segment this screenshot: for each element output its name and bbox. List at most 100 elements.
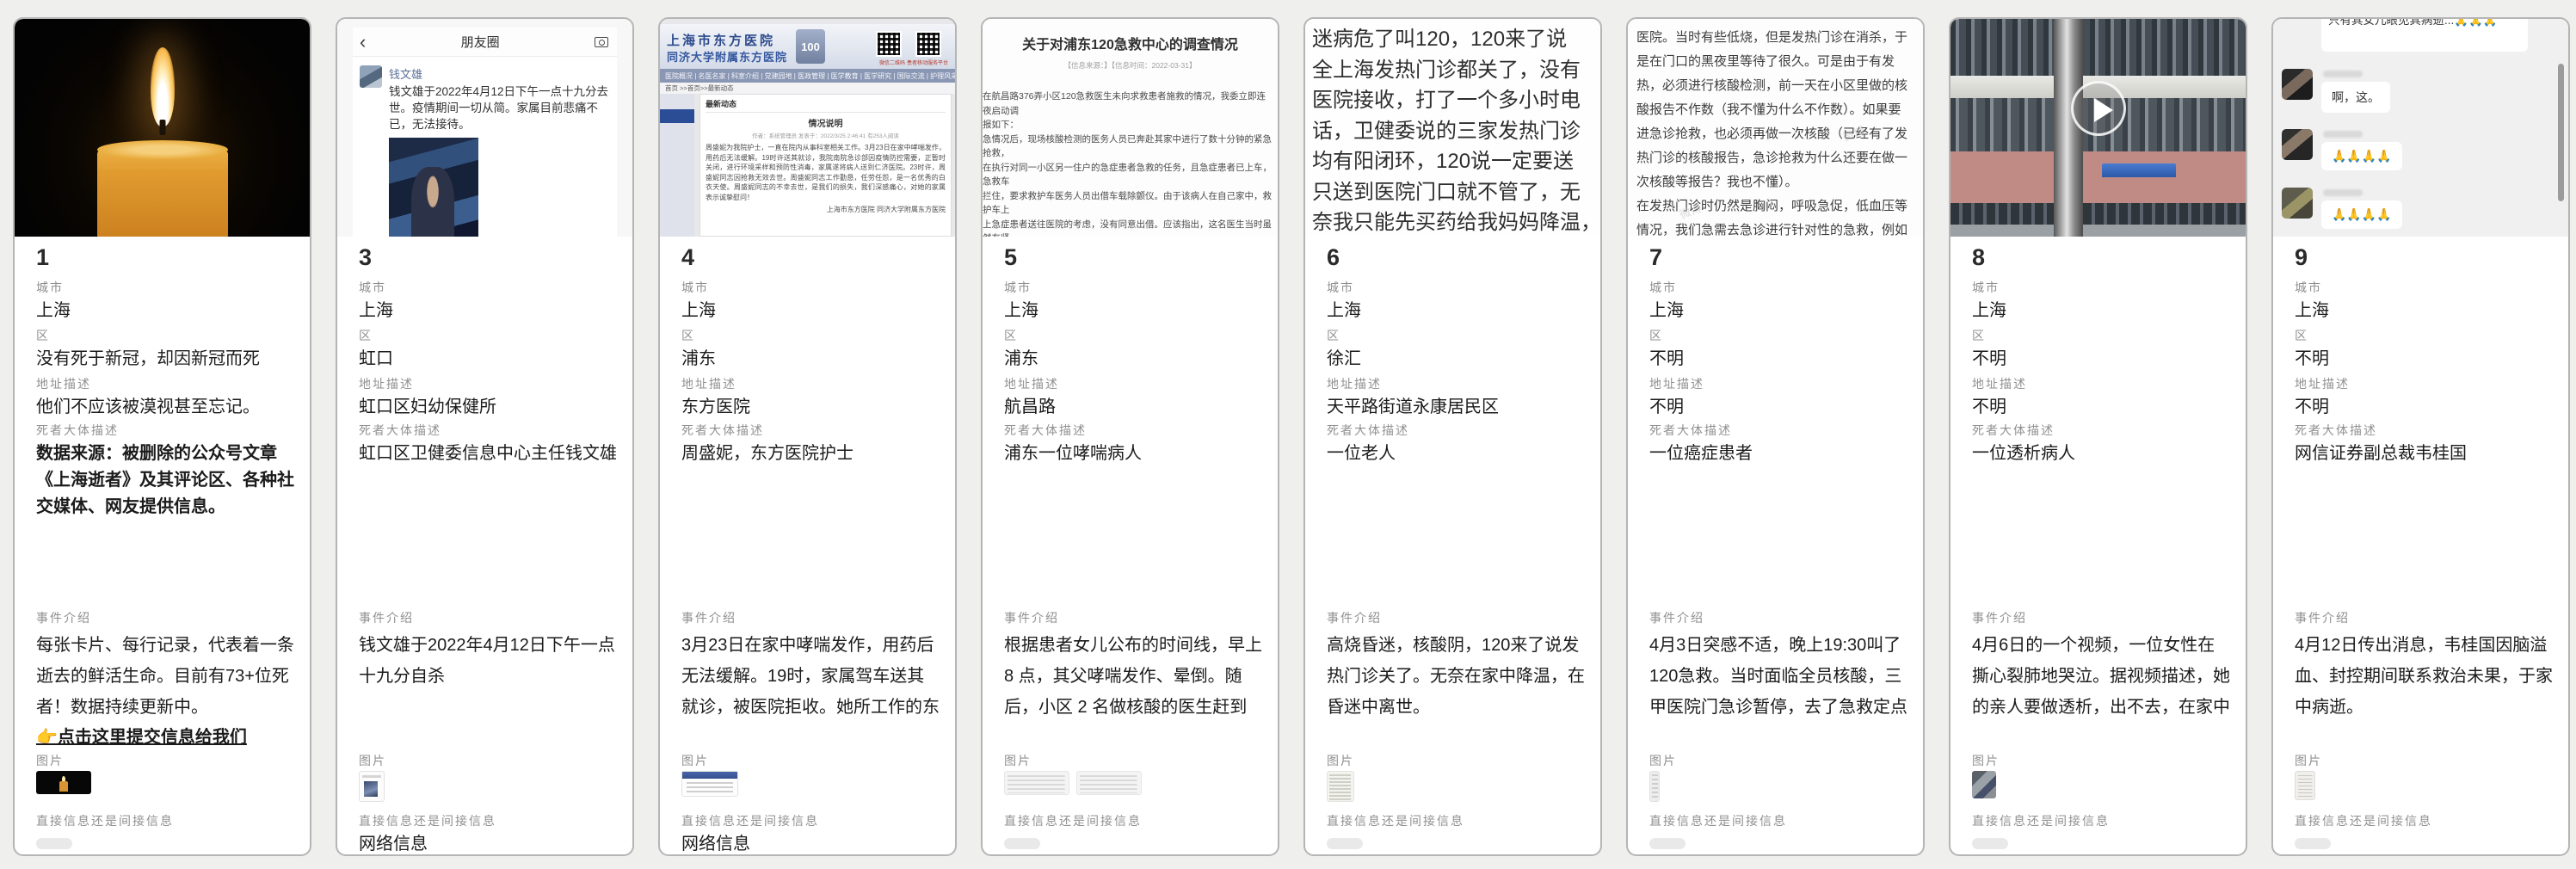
- post-text: 钱文雄于2022年4月12日下午一点十九分去世。疫情期间一切从简。家属目前悲痛不…: [389, 83, 610, 133]
- record-card[interactable]: 迷病危了叫120，120来了说全上海发热门诊都关了，没有医院接收，打了一个多小时…: [1303, 17, 1602, 856]
- field-label-deceased: 死者大体描述: [2295, 422, 2377, 439]
- text-line: 热，必须进行核酸检测，前一天在小区里做的核: [1636, 74, 1916, 98]
- avatar: [2282, 188, 2313, 219]
- record-card[interactable]: 上海市东方医院同济大学附属东方医院100微信二维码患者移动服务平台医院概况 | …: [658, 17, 957, 856]
- qr-code: [876, 31, 902, 57]
- chat-message-row: 🙏🙏🙏🙏: [2282, 188, 2402, 229]
- hospital-name: 上海市东方医院: [667, 31, 775, 49]
- text-line: 次核酸等报告？我也不懂）。: [1636, 170, 1916, 194]
- field-label-image: 图片: [2295, 752, 2322, 769]
- statement-line: 拦住，要求救护车医务人员出借车载除颤仪。由于该病人在自己家中，救护车上: [983, 189, 1274, 218]
- article-title: 情况说明: [706, 116, 946, 129]
- field-label-address: 地址描述: [681, 375, 736, 392]
- record-card[interactable]: 只有其女儿眼见其病逝...🙏🙏🙏啊，这。🙏🙏🙏🙏🙏🙏🙏🙏 9 城市 上海 区 不…: [2271, 17, 2570, 856]
- text-line: 全上海发热门诊都关了，没有: [1312, 55, 1593, 86]
- field-value-deceased: 一位癌症患者: [1649, 441, 1907, 467]
- field-label-address: 地址描述: [359, 375, 414, 392]
- field-label-city: 城市: [2295, 279, 2322, 296]
- image-thumbnail: [36, 771, 91, 794]
- field-label-address: 地址描述: [1972, 375, 2027, 392]
- field-value-city: 上海: [2295, 298, 2553, 324]
- wechat-moments-screenshot: ‹朋友圈钱文雄钱文雄于2022年4月12日下午一点十九分去世。疫情期间一切从简。…: [337, 19, 632, 237]
- record-card[interactable]: 1 城市 上海 区 没有死于新冠，却因新冠而死 地址描述 他们不应该被漠视甚至忘…: [13, 17, 311, 856]
- field-value-event: 4月6日的一个视频，一位女性在撕心裂肺地哭泣。据视频描述，她的亲人要做透析，出不…: [1972, 630, 2230, 726]
- submit-info-link[interactable]: 👉点击这里提交信息给我们: [36, 723, 247, 748]
- record-card[interactable]: 关于对浦东120急救中心的调查情况【信息来源：】【信息时间：2022-03-31…: [981, 17, 1279, 856]
- text-line: 医院接收，打了一个多小时电: [1312, 85, 1593, 116]
- field-value-direct-info: 网络信息: [681, 831, 940, 856]
- website-nav: 医院概况 | 名医名家 | 科室介绍 | 党建园地 | 医政管理 | 医学教育 …: [660, 69, 955, 83]
- field-value-city: 上海: [1004, 298, 1262, 324]
- field-value-deceased: 虹口区卫健委信息中心主任钱文雄: [359, 441, 617, 467]
- field-label-deceased: 死者大体描述: [1972, 422, 2055, 439]
- image-thumbnails: [1649, 771, 1660, 805]
- hospital-website-screenshot: 上海市东方医院同济大学附属东方医院100微信二维码患者移动服务平台医院概况 | …: [660, 19, 955, 237]
- field-label-city: 城市: [359, 279, 386, 296]
- statement-body: 在航昌路376弄小区120急救医生未向求救患者施救的情况，我委立即连夜启动调报如…: [983, 89, 1278, 237]
- field-value-district: 徐汇: [1327, 346, 1585, 373]
- record-card[interactable]: ‹朋友圈钱文雄钱文雄于2022年4月12日下午一点十九分去世。疫情期间一切从简。…: [336, 17, 634, 856]
- field-label-district: 区: [36, 327, 50, 344]
- field-value-address: 天平路街道永康居民区: [1327, 394, 1585, 421]
- field-label-direct-info: 直接信息还是间接信息: [2295, 812, 2432, 829]
- statement-line: 在航昌路376弄小区120急救医生未向求救患者施救的情况，我委立即连夜启动调: [983, 89, 1274, 118]
- field-label-event: 事件介绍: [2295, 609, 2350, 626]
- image-thumbnail: [1972, 771, 1996, 798]
- text-line: 话，卫健委说的三家发热门诊: [1312, 116, 1593, 147]
- field-label-event: 事件介绍: [36, 609, 91, 626]
- chat-message: 🙏🙏🙏🙏: [2321, 188, 2402, 229]
- field-label-city: 城市: [1004, 279, 1032, 296]
- field-label-direct-info: 直接信息还是间接信息: [1327, 812, 1464, 829]
- empty-value-pill: [1972, 838, 2008, 849]
- empty-value-pill: [1649, 838, 1685, 849]
- candle-flame: [151, 47, 175, 126]
- card-number: 3: [359, 244, 372, 271]
- field-label-event: 事件介绍: [1327, 609, 1382, 626]
- poster-name: 钱文雄: [389, 65, 610, 82]
- field-value-district: 浦东: [681, 346, 940, 373]
- play-icon: [2071, 81, 2126, 136]
- card-cover-image: 医院。当时有些低烧，但是发热门诊在消杀，于是在门口的黑夜里等待了很久。可是由于有…: [1628, 19, 1923, 237]
- record-card[interactable]: 8 城市 上海 区 不明 地址描述 不明 死者大体描述 一位透析病人 事件介绍 …: [1949, 17, 2247, 856]
- statement-line: 报如下：: [983, 118, 1274, 133]
- field-value-city: 上海: [681, 298, 940, 324]
- field-value-district: 不明: [1649, 346, 1907, 373]
- qr-code: [915, 31, 941, 57]
- card-cover-image: 迷病危了叫120，120来了说全上海发热门诊都关了，没有医院接收，打了一个多小时…: [1305, 19, 1600, 237]
- field-label-district: 区: [1327, 327, 1340, 344]
- statement-line: 上急症患者送往医院的考虑，没有同意出借。应该指出，这名医生当时虽然有紧: [983, 218, 1274, 237]
- field-label-event: 事件介绍: [1649, 609, 1704, 626]
- chat-message-row: 🙏🙏🙏🙏: [2282, 129, 2402, 170]
- image-thumbnails: [359, 771, 385, 805]
- field-value-deceased: 周盛妮，东方医院护士: [681, 441, 940, 467]
- moments-post: 钱文雄钱文雄于2022年4月12日下午一点十九分去世。疫情期间一切从简。家属目前…: [353, 57, 617, 237]
- field-value-district: 虹口: [359, 346, 617, 373]
- image-thumbnails: [36, 771, 91, 805]
- field-label-district: 区: [1004, 327, 1018, 344]
- hospital-subname: 同济大学附属东方医院: [667, 48, 787, 65]
- field-label-city: 城市: [1649, 279, 1677, 296]
- field-value-district: 不明: [1972, 346, 2230, 373]
- field-label-event: 事件介绍: [359, 609, 414, 626]
- breadcrumb: 首页 >>首页>>最新动态: [660, 83, 955, 94]
- building-wall: [1950, 151, 2246, 203]
- article-meta: 作者：系统管理员 发表于：2022/3/25 2:46:41 有253人阅读: [706, 131, 946, 139]
- field-label-direct-info: 直接信息还是间接信息: [1972, 812, 2110, 829]
- field-value-event: 根据患者女儿公布的时间线，早上 8 点，其父哮喘发作、晕倒。随后，小区 2 名做…: [1004, 630, 1262, 726]
- image-thumbnail: [2295, 771, 2315, 800]
- weibo-text-screenshot: 医院。当时有些低烧，但是发热门诊在消杀，于是在门口的黑夜里等待了很久。可是由于有…: [1628, 19, 1923, 237]
- record-card[interactable]: 医院。当时有些低烧，但是发热门诊在消杀，于是在门口的黑夜里等待了很久。可是由于有…: [1626, 17, 1925, 856]
- text-line: 均有阳闭环，120说一定要送: [1312, 146, 1593, 177]
- field-label-direct-info: 直接信息还是间接信息: [1649, 812, 1787, 829]
- field-value-address: 不明: [2295, 394, 2553, 421]
- card-cover-image: ‹朋友圈钱文雄钱文雄于2022年4月12日下午一点十九分去世。疫情期间一切从简。…: [337, 19, 632, 237]
- image-thumbnails: [681, 771, 738, 805]
- blurred-name: [2323, 71, 2363, 77]
- text-line: 酸报告不作数（我不懂为什么不作数）。如果要: [1636, 98, 1916, 122]
- field-label-image: 图片: [1972, 752, 2000, 769]
- field-label-address: 地址描述: [1004, 375, 1059, 392]
- card-cover-image: 只有其女儿眼见其病逝...🙏🙏🙏啊，这。🙏🙏🙏🙏🙏🙏🙏🙏: [2273, 19, 2568, 237]
- image-thumbnail: [1004, 771, 1069, 795]
- candle-photo: [15, 19, 310, 237]
- field-label-image: 图片: [681, 752, 709, 769]
